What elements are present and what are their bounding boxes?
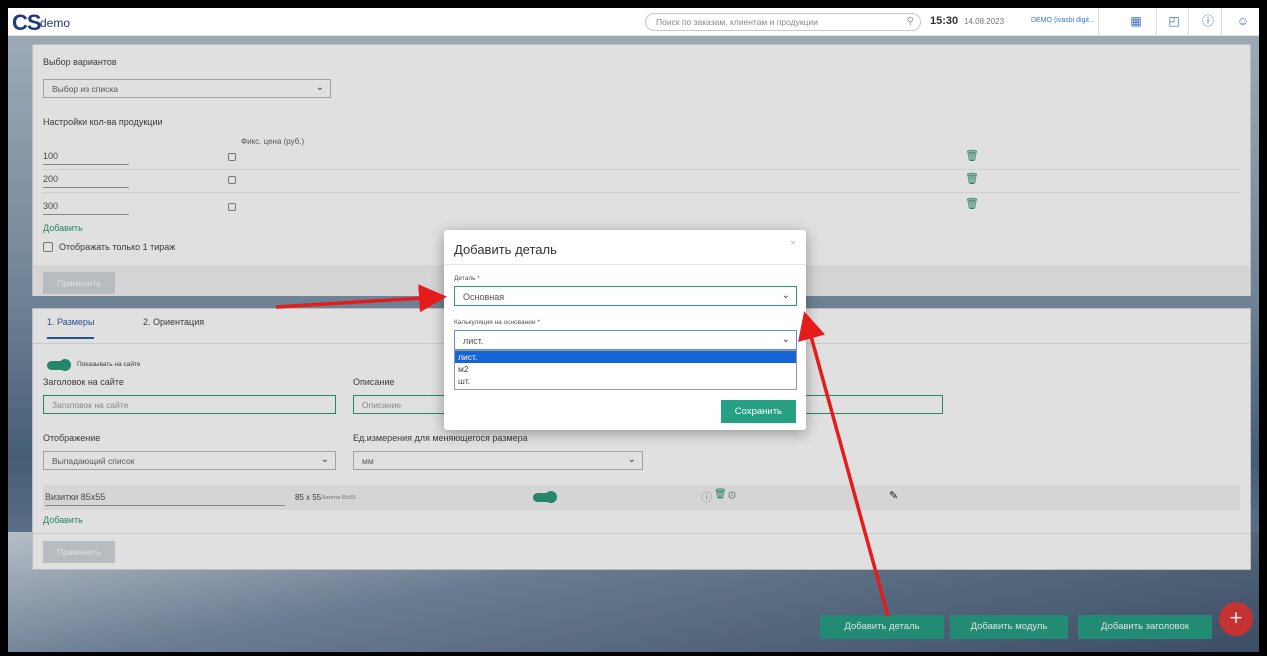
- header-divider: [1098, 8, 1099, 36]
- detail-label: Деталь *: [454, 275, 480, 282]
- add-detail-modal: Добавить деталь × Деталь * Основная ⌄ Ка…: [444, 230, 806, 430]
- calc-dropdown-list: лист. м2 шт.: [454, 350, 797, 390]
- calc-option[interactable]: м2: [455, 363, 796, 375]
- calc-label: Калькуляция на основании *: [454, 319, 540, 326]
- calc-select-value: лист.: [463, 336, 484, 346]
- search-placeholder: Поиск по заказам, клиентам и продукции: [656, 17, 818, 27]
- bell-icon[interactable]: ◰: [1166, 13, 1182, 29]
- calc-option[interactable]: лист.: [455, 351, 796, 363]
- top-bar: CS demo Поиск по заказам, клиентам и про…: [8, 8, 1259, 36]
- logo-subtitle[interactable]: demo: [40, 16, 70, 30]
- clock-date: 14.08.2023: [964, 17, 1005, 26]
- search-input[interactable]: Поиск по заказам, клиентам и продукции ⚲: [645, 13, 921, 31]
- calc-select[interactable]: лист. ⌄: [454, 330, 797, 350]
- header-divider: [1156, 8, 1157, 36]
- user-icon[interactable]: ☺: [1235, 13, 1251, 29]
- modal-title: Добавить деталь: [454, 242, 557, 257]
- help-icon[interactable]: ⓘ: [1200, 13, 1216, 29]
- modal-divider: [444, 264, 806, 265]
- header-divider: [1188, 8, 1189, 36]
- header-divider: [1221, 8, 1222, 36]
- chevron-down-icon: ⌄: [781, 290, 790, 301]
- calc-option[interactable]: шт.: [455, 375, 796, 387]
- close-icon[interactable]: ×: [790, 238, 796, 249]
- calculator-icon[interactable]: ▦: [1128, 13, 1144, 29]
- detail-select-value: Основная: [463, 292, 505, 302]
- logo[interactable]: CS: [12, 10, 42, 36]
- account-name[interactable]: DEMO (ivasbi digit...: [1031, 17, 1095, 24]
- clock-time: 15:30: [930, 15, 959, 27]
- app-window: CS demo Поиск по заказам, клиентам и про…: [8, 8, 1259, 652]
- detail-select[interactable]: Основная ⌄: [454, 286, 797, 306]
- search-icon[interactable]: ⚲: [907, 16, 914, 27]
- save-button[interactable]: Сохранить: [720, 400, 796, 423]
- chevron-down-icon: ⌄: [781, 334, 790, 345]
